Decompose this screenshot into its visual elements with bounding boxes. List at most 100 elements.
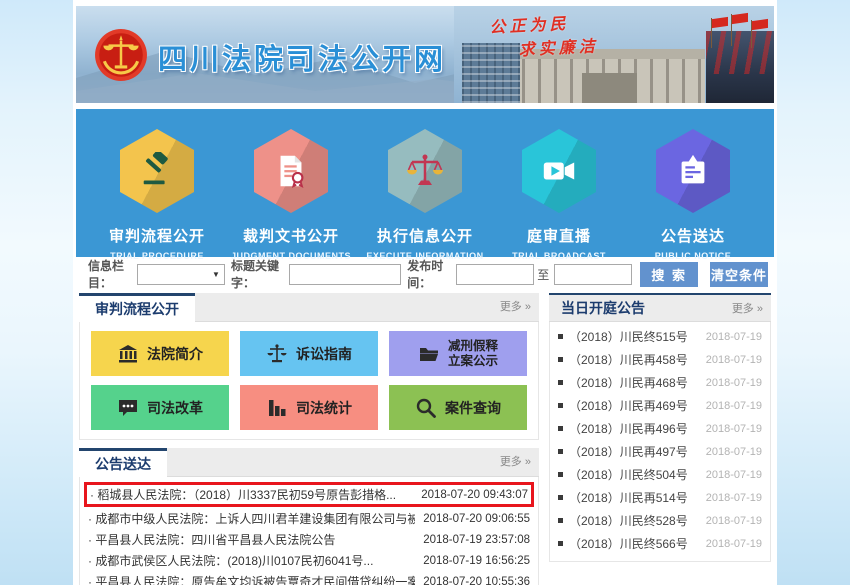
- case-date: 2018-07-19: [706, 377, 762, 389]
- nav-item-execute-information[interactable]: 执行信息公开 EXECUTE INFORMATION: [361, 129, 489, 257]
- date-from-input[interactable]: [456, 264, 534, 285]
- scales-icon: [266, 343, 288, 365]
- court-list-item[interactable]: （2018）川民终566号 2018-07-19: [558, 532, 762, 555]
- nav-item-trial-broadcast[interactable]: 庭审直播 TRIAL BROADCAST: [495, 129, 623, 257]
- keyword-label: 标题关键字：: [231, 257, 287, 291]
- nav-label-zh: 裁判文书公开: [227, 225, 355, 246]
- trial-panel-header: 审判流程公开 更多 »: [79, 293, 539, 322]
- notice-list-item-highlighted[interactable]: 稻城县人民法院：（2018）川3337民初59号原告彭措格... 2018-07…: [84, 482, 534, 507]
- notice-list-item[interactable]: 平昌县人民法院：四川省平昌县人民法院公告 2018-07-19 23:57:08: [88, 529, 530, 550]
- keyword-input[interactable]: [289, 264, 401, 285]
- case-date: 2018-07-19: [706, 492, 762, 504]
- notice-text: 成都市中级人民法院：上诉人四川君羊建设集团有限公司与被上诉...: [88, 510, 415, 527]
- litigation-guide-button[interactable]: 诉讼指南: [240, 331, 378, 376]
- court-list-item[interactable]: （2018）川民再468号 2018-07-19: [558, 371, 762, 394]
- square-bullet-icon: [558, 518, 563, 523]
- video-camera-icon: [540, 152, 578, 190]
- magnifier-icon: [415, 397, 437, 419]
- category-select[interactable]: ▼: [137, 264, 225, 285]
- notice-text: 稻城县人民法院：（2018）川3337民初59号原告彭措格...: [90, 486, 413, 503]
- photo-crowd: [706, 31, 774, 103]
- case-number: （2018）川民再468号: [569, 374, 706, 391]
- nav-item-trial-procedure[interactable]: 审判流程公开 TRIAL PROCEDURE: [93, 129, 221, 257]
- trial-more-link[interactable]: 更多 »: [500, 293, 531, 322]
- judicial-reform-button[interactable]: 司法改革: [91, 385, 229, 430]
- case-date: 2018-07-19: [706, 400, 762, 412]
- notice-list-item[interactable]: 成都市武侯区人民法院：(2018)川0107民初6041号... 2018-07…: [88, 550, 530, 571]
- gavel-icon: [138, 152, 176, 190]
- button-label: 司法统计: [296, 398, 352, 418]
- square-bullet-icon: [558, 357, 563, 362]
- square-bullet-icon: [558, 472, 563, 477]
- notice-date: 2018-07-19 23:57:08: [423, 534, 530, 546]
- case-number: （2018）川民终528号: [569, 512, 706, 529]
- nav-label-en: PUBLIC NOTICE: [629, 251, 757, 261]
- court-list-item[interactable]: （2018）川民再469号 2018-07-19: [558, 394, 762, 417]
- square-bullet-icon: [558, 403, 563, 408]
- case-number: （2018）川民终566号: [569, 535, 706, 552]
- court-session-list: （2018）川民终515号 2018-07-19 （2018）川民再458号 2…: [550, 322, 770, 561]
- nav-label-en: TRIAL BROADCAST: [495, 251, 623, 261]
- trial-button-grid: 法院简介 诉讼指南: [80, 322, 538, 439]
- notice-date: 2018-07-20 09:43:07: [421, 489, 528, 501]
- notice-list-item[interactable]: 成都市中级人民法院：上诉人四川君羊建设集团有限公司与被上诉... 2018-07…: [88, 508, 530, 529]
- court-list-item[interactable]: （2018）川民再514号 2018-07-19: [558, 486, 762, 509]
- commutation-parole-button[interactable]: 减刑假释 立案公示: [389, 331, 527, 376]
- square-bullet-icon: [558, 495, 563, 500]
- notice-text: 成都市武侯区人民法院：(2018)川0107民初6041号...: [88, 552, 415, 569]
- site-title: 四川法院司法公开网: [158, 36, 446, 78]
- square-bullet-icon: [558, 380, 563, 385]
- court-list-item[interactable]: （2018）川民终504号 2018-07-19: [558, 463, 762, 486]
- notice-text: 平昌县人民法院：四川省平昌县人民法院公告: [88, 531, 415, 548]
- hexagon-tile: [656, 129, 730, 213]
- slogan-line-2: 求实廉洁: [518, 32, 599, 60]
- court-panel-body: （2018）川民终515号 2018-07-19 （2018）川民再458号 2…: [549, 322, 771, 562]
- court-list-item[interactable]: （2018）川民再497号 2018-07-19: [558, 440, 762, 463]
- case-date: 2018-07-19: [706, 469, 762, 481]
- case-number: （2018）川民终515号: [569, 328, 706, 345]
- bar-chart-icon: [266, 397, 288, 419]
- search-button[interactable]: 搜 索: [640, 262, 698, 287]
- court-list-item[interactable]: （2018）川民终515号 2018-07-19: [558, 325, 762, 348]
- court-panel-title: 当日开庭公告: [561, 300, 645, 316]
- notice-date: 2018-07-19 16:56:25: [423, 555, 530, 567]
- trial-panel-body: 法院简介 诉讼指南: [79, 322, 539, 440]
- court-intro-button[interactable]: 法院简介: [91, 331, 229, 376]
- clear-conditions-button[interactable]: 清空条件: [710, 262, 768, 287]
- button-label: 法院简介: [147, 344, 203, 364]
- court-list-item[interactable]: （2018）川民终528号 2018-07-19: [558, 509, 762, 532]
- notice-list-item[interactable]: 平昌县人民法院：原告牟文均诉被告覃奇才民间借贷纠纷一案民事... 2018-07…: [88, 571, 530, 585]
- notice-more-link[interactable]: 更多 »: [500, 448, 531, 477]
- square-bullet-icon: [558, 334, 563, 339]
- case-date: 2018-07-19: [706, 538, 762, 550]
- trial-panel-title: 审判流程公开: [79, 293, 195, 322]
- date-to-input[interactable]: [554, 264, 632, 285]
- court-more-link[interactable]: 更多 »: [732, 295, 763, 324]
- case-number: （2018）川民再496号: [569, 420, 706, 437]
- left-column: 审判流程公开 更多 »: [79, 293, 539, 585]
- notice-text: 平昌县人民法院：原告牟文均诉被告覃奇才民间借贷纠纷一案民事...: [88, 573, 415, 585]
- case-query-button[interactable]: 案件查询: [389, 385, 527, 430]
- court-session-panel: 当日开庭公告 更多 » （2018）川民终515号 2018-07-19 （20…: [549, 293, 771, 562]
- court-list-item[interactable]: （2018）川民再496号 2018-07-19: [558, 417, 762, 440]
- folder-icon: [418, 343, 440, 365]
- right-column: 当日开庭公告 更多 » （2018）川民终515号 2018-07-19 （20…: [549, 293, 771, 585]
- judgment-document-icon: [272, 152, 310, 190]
- trial-procedure-panel: 审判流程公开 更多 »: [79, 293, 539, 440]
- hexagon-tile: [120, 129, 194, 213]
- judicial-statistics-button[interactable]: 司法统计: [240, 385, 378, 430]
- nav-item-judgment-documents[interactable]: 裁判文书公开 JUDGMENT DOCUMENTS: [227, 129, 355, 257]
- nav-item-public-notice[interactable]: 公告送达 PUBLIC NOTICE: [629, 129, 757, 257]
- court-list-item[interactable]: （2018）川民再458号 2018-07-19: [558, 348, 762, 371]
- button-label: 司法改革: [147, 398, 203, 418]
- case-number: （2018）川民再514号: [569, 489, 706, 506]
- court-panel-header: 当日开庭公告 更多 »: [549, 293, 771, 322]
- courthouse-photo: 公正为民 求实廉洁: [454, 6, 774, 103]
- nav-label-zh: 执行信息公开: [361, 225, 489, 246]
- case-number: （2018）川民终504号: [569, 466, 706, 483]
- hexagon-tile: [522, 129, 596, 213]
- category-label: 信息栏目：: [88, 257, 135, 291]
- nav-label-zh: 审判流程公开: [93, 225, 221, 246]
- case-date: 2018-07-19: [706, 331, 762, 343]
- speech-bubble-icon: [117, 397, 139, 419]
